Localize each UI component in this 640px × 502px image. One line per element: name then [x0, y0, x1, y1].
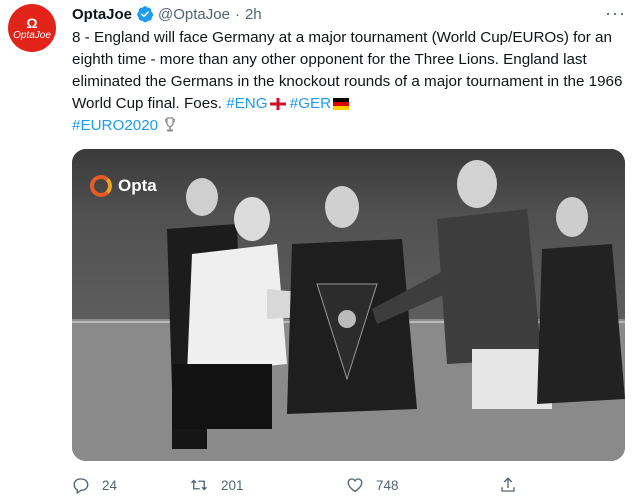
tweet-actions: 24 201 748	[72, 472, 592, 498]
opta-logo-text: Opta	[118, 176, 157, 195]
trophy-icon	[165, 117, 176, 132]
share-icon	[501, 477, 515, 492]
avatar-mark: Ω	[26, 14, 38, 31]
retweet-icon	[191, 479, 207, 491]
opta-logo-icon	[90, 175, 112, 197]
hashtag-euro2020[interactable]: #EURO2020	[72, 117, 158, 134]
like-count: 748	[376, 477, 399, 493]
author-handle[interactable]: @OptaJoe	[158, 6, 230, 23]
tweet-text: 8 - England will face Germany at a major…	[72, 27, 632, 137]
tweet-header: OptaJoe @OptaJoe · 2h ···	[72, 3, 630, 25]
author-name[interactable]: OptaJoe	[72, 6, 132, 23]
avatar-text: OptaJoe	[13, 29, 51, 41]
separator-dot: ·	[234, 5, 240, 23]
hashtag-eng[interactable]: #ENG	[226, 95, 267, 112]
hashtag-ger[interactable]: #GER	[290, 95, 331, 112]
tweet-photo[interactable]: Opta	[72, 149, 625, 461]
avatar[interactable]: Ω OptaJoe	[8, 4, 56, 52]
tweet-time[interactable]: 2h	[245, 6, 262, 23]
reply-count: 24	[102, 477, 118, 493]
reply-icon	[73, 478, 89, 494]
germany-flag-icon	[333, 98, 350, 110]
opta-logo: Opta	[90, 175, 157, 197]
like-button[interactable]: 748	[346, 476, 499, 494]
more-options-icon[interactable]: ···	[605, 3, 626, 23]
retweet-button[interactable]: 201	[189, 476, 346, 494]
verified-badge-icon	[136, 5, 154, 23]
retweet-count: 201	[221, 477, 244, 493]
england-flag-icon	[269, 98, 286, 110]
share-button[interactable]	[499, 476, 529, 494]
like-icon	[347, 478, 363, 493]
reply-button[interactable]: 24	[72, 476, 189, 494]
